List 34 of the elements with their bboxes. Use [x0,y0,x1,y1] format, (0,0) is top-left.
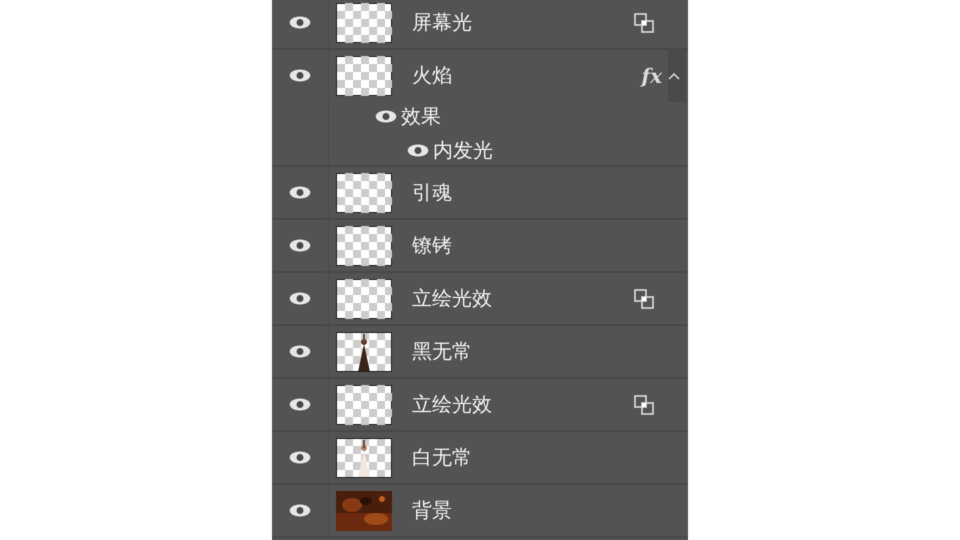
layer-name[interactable]: 黑无常 [412,338,472,365]
layer-name[interactable]: 背景 [412,497,452,524]
eye-icon[interactable] [375,110,397,122]
layer-name[interactable]: 引魂 [412,179,452,206]
layer-thumbnail [336,172,392,212]
layer-name[interactable]: 屏幕光 [412,9,472,36]
chevron-icon[interactable] [668,72,680,80]
effect-name[interactable]: 效果 [401,102,441,130]
effect-name[interactable]: 内发光 [433,136,493,164]
smart-object-icon [634,288,654,308]
layer-thumbnail [336,226,392,266]
layer-thumbnail [336,278,392,318]
layer-thumbnail [336,2,392,42]
smart-object-icon [634,12,654,32]
eye-icon[interactable] [289,16,311,29]
layer-name[interactable]: 白无常 [412,444,472,471]
eye-icon[interactable] [289,504,311,517]
eye-icon[interactable] [289,69,311,82]
eye-icon[interactable] [289,398,311,411]
eye-icon[interactable] [289,345,311,358]
eye-icon[interactable] [289,292,311,305]
eye-icon[interactable] [289,239,311,252]
layer-name[interactable]: 镣铐 [412,232,452,259]
eye-icon[interactable] [289,186,311,199]
layer-name[interactable]: 立绘光效 [412,391,492,418]
smart-object-icon [634,394,654,414]
layer-thumbnail [336,384,392,424]
eye-icon[interactable] [289,451,311,464]
layer-thumbnail [336,56,392,96]
eye-icon[interactable] [407,144,429,156]
scrollbar-thumb[interactable] [668,50,686,102]
layer-name[interactable]: 火焰 [412,62,452,89]
layer-name[interactable]: 立绘光效 [412,285,492,312]
fx-label: fx [641,64,662,88]
